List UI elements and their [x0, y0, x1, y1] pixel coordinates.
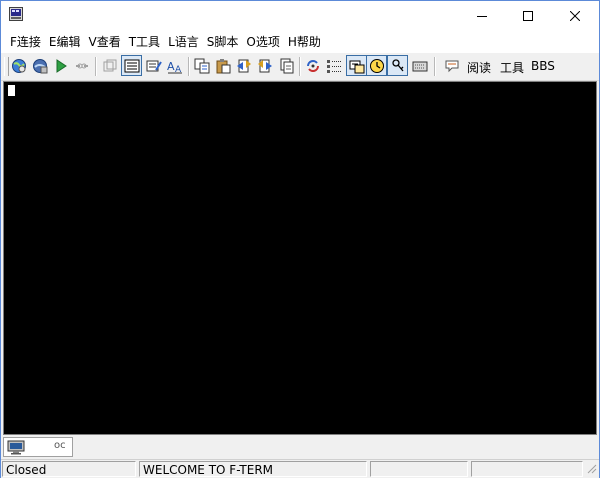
resize-grip[interactable] — [585, 462, 597, 477]
session-tab-bar: oc — [1, 436, 599, 458]
screen-view-icon[interactable] — [121, 55, 142, 76]
message-icon[interactable] — [444, 58, 460, 74]
send-file-icon[interactable] — [236, 58, 252, 74]
toolbar: AA 阅读 工具 BBS — [1, 53, 599, 81]
status-connection: Closed — [2, 461, 136, 477]
menu-bar: F连接 E编辑 V查看 T工具 L语言 S脚本 O选项 H帮助 — [1, 31, 599, 53]
menu-connect[interactable]: F连接 — [1, 31, 45, 53]
status-message: WELCOME TO F-TERM — [139, 461, 367, 477]
menu-script[interactable]: S脚本 — [203, 31, 243, 53]
status-bar: Closed WELCOME TO F-TERM — [1, 459, 599, 478]
close-icon — [570, 11, 580, 21]
quick-connect-globe-icon[interactable] — [32, 58, 48, 74]
toolbar-separator — [95, 57, 97, 76]
terminal-cursor — [8, 85, 15, 96]
app-window: F连接 E编辑 V查看 T工具 L语言 S脚本 O选项 H帮助 A A 阅读 工… — [0, 0, 600, 478]
list-icon[interactable] — [326, 58, 342, 74]
toolbar-separator — [188, 57, 190, 76]
disconnect-icon[interactable] — [74, 58, 90, 74]
menu-view[interactable]: V查看 — [85, 31, 125, 53]
connect-globe-icon[interactable] — [11, 58, 27, 74]
keyboard-icon[interactable] — [412, 58, 428, 74]
status-pane-4 — [471, 461, 583, 477]
clone-session-icon[interactable] — [102, 58, 118, 74]
session-tab[interactable]: oc — [3, 437, 73, 457]
toolbar-separator — [434, 57, 436, 76]
play-icon[interactable] — [53, 58, 69, 74]
minimize-icon — [477, 16, 487, 17]
font-icon[interactable]: AA — [167, 58, 183, 75]
status-pane-3 — [370, 461, 468, 477]
paste-icon[interactable] — [215, 58, 231, 74]
edit-terminal-icon[interactable] — [146, 58, 162, 74]
bbs-button[interactable]: BBS — [531, 59, 555, 73]
maximize-button[interactable] — [505, 1, 551, 31]
receive-file-icon[interactable] — [257, 58, 273, 74]
menu-options[interactable]: O选项 — [242, 31, 283, 53]
tools-button[interactable]: 工具 — [500, 59, 524, 76]
menu-help[interactable]: H帮助 — [284, 31, 325, 53]
clock-icon[interactable] — [366, 55, 387, 76]
svg-text:A: A — [167, 60, 175, 73]
key-icon[interactable] — [387, 55, 408, 76]
minimize-button[interactable] — [459, 1, 505, 31]
monitor-icon — [7, 440, 25, 458]
refresh-icon[interactable] — [305, 58, 321, 74]
print-icon[interactable] — [278, 58, 294, 74]
close-button[interactable] — [552, 1, 598, 31]
toolbar-grip[interactable] — [4, 57, 9, 76]
fterm-app-icon[interactable] — [9, 7, 23, 21]
auto-reply-icon[interactable] — [346, 55, 367, 76]
menu-edit[interactable]: E编辑 — [45, 31, 85, 53]
session-tab-label: oc — [54, 440, 66, 451]
menu-tools[interactable]: T工具 — [125, 31, 164, 53]
terminal-screen[interactable] — [3, 81, 597, 435]
menu-language[interactable]: L语言 — [164, 31, 203, 53]
maximize-icon — [523, 11, 533, 21]
title-bar[interactable] — [1, 1, 599, 31]
copy-icon[interactable] — [194, 58, 210, 74]
read-button[interactable]: 阅读 — [467, 59, 491, 76]
toolbar-separator — [299, 57, 301, 76]
